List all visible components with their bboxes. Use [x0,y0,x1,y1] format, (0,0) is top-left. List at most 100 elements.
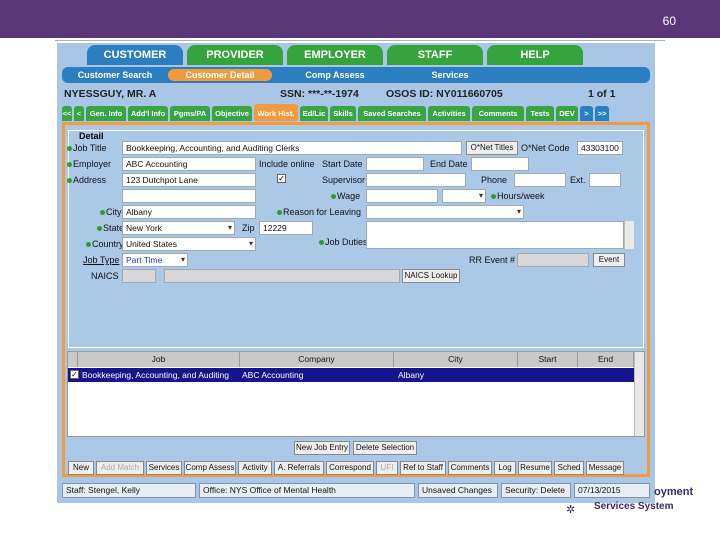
main-tab-bar: CUSTOMER PROVIDER EMPLOYER STAFF HELP [87,45,587,65]
tab-customer[interactable]: CUSTOMER [87,45,183,65]
job-type-select[interactable]: Part Time [122,253,188,267]
new-job-entry-button[interactable]: New Job Entry [294,441,350,455]
record-pager: 1 of 1 [588,88,616,100]
delete-selection-button[interactable]: Delete Selection [353,441,417,455]
customer-header: NYESSGUY, MR. A SSN: ***-**-1974 OSOS ID… [62,85,650,103]
tab-saved-searches[interactable]: Saved Searches [358,106,426,121]
end-date-input[interactable] [471,157,529,171]
required-dot-icon [86,242,91,248]
log-button[interactable]: Log [494,461,516,475]
table-row[interactable]: ✓ Bookkeeping, Accounting, and Auditing … [68,368,634,382]
city-label: City [100,207,122,217]
employer-input[interactable]: ABC Accounting [122,157,256,171]
wage-input[interactable] [366,189,438,203]
phone-label: Phone [481,175,508,185]
job-title-input[interactable]: Bookkeeping, Accounting, and Auditing Cl… [122,141,462,155]
city-input[interactable]: Albany [122,205,256,219]
ref-to-staff-button[interactable]: Ref to Staff [400,461,446,475]
subnav-services[interactable]: Services [398,70,502,80]
status-staff: Staff: Stengel, Kelly [62,483,196,498]
grid-header-start[interactable]: Start [518,352,578,367]
grid-header-end[interactable]: End [578,352,634,367]
onet-titles-button[interactable]: O*Net Titles [466,141,518,155]
tab-pgms-pa[interactable]: Pgms/PA [170,106,210,121]
status-office: Office: NYS Office of Mental Health [199,483,415,498]
wage-unit-select[interactable] [442,189,486,203]
tab-next[interactable]: > [580,106,593,121]
customer-ssn: SSN: ***-**-1974 [280,88,359,100]
naics-lookup-button[interactable]: NAICS Lookup [402,269,460,283]
grid-header-company[interactable]: Company [240,352,394,367]
include-online-checkbox[interactable]: ✓ [277,174,286,183]
sched-button[interactable]: Sched [554,461,584,475]
reason-for-leaving-select[interactable] [366,205,524,219]
new-button[interactable]: New [68,461,94,475]
tab-provider[interactable]: PROVIDER [187,45,283,65]
tab-work-hist[interactable]: Work Hist. [254,104,298,121]
row-company-cell: ABC Accounting [242,370,304,380]
customer-name: NYESSGUY, MR. A [64,88,157,100]
message-button[interactable]: Message [586,461,624,475]
osos-id: OSOS ID: NY011660705 [386,88,503,100]
tab-gen-info[interactable]: Gen. Info [86,106,126,121]
status-bar: Staff: Stengel, Kelly Office: NYS Office… [62,483,650,498]
activity-button[interactable]: Activity [238,461,272,475]
state-label: State [97,223,124,233]
tab-skills[interactable]: Skills [330,106,356,121]
tab-activities[interactable]: Activities [428,106,470,121]
ext-label: Ext. [570,175,586,185]
subnav-comp-assess[interactable]: Comp Assess [272,70,398,80]
required-dot-icon [67,162,72,168]
resume-button[interactable]: Resume [518,461,552,475]
rr-event-label: RR Event # [469,255,516,265]
start-date-input[interactable] [366,157,424,171]
tab-first[interactable]: << [62,106,72,121]
tab-comments[interactable]: Comments [472,106,524,121]
tab-employer[interactable]: EMPLOYER [287,45,383,65]
a-referrals-button[interactable]: A. Referrals [274,461,324,475]
state-select[interactable]: New York [122,221,235,235]
tab-staff[interactable]: STAFF [387,45,483,65]
services-button[interactable]: Services [146,461,182,475]
job-type-label: Job Type [83,255,120,265]
phone-input[interactable] [514,173,566,187]
tab-prev[interactable]: < [74,106,84,121]
event-button[interactable]: Event [593,253,625,267]
row-select-checkbox[interactable]: ✓ [70,370,79,379]
grid-header-job[interactable]: Job [78,352,240,367]
work-history-body: Detail Job Title Bookkeeping, Accounting… [65,125,647,475]
work-history-panel: Detail Job Title Bookkeeping, Accounting… [62,122,650,477]
onet-code-input[interactable]: 43303100 [577,141,623,155]
tab-objective[interactable]: Objective [212,106,252,121]
ufi-button: UFI [376,461,398,475]
wage-label: Wage [331,191,360,201]
job-duties-textarea[interactable] [366,221,624,249]
required-dot-icon [67,146,72,152]
naics-description-input [164,269,400,283]
country-label: Country [86,239,124,249]
tab-tests[interactable]: Tests [526,106,554,121]
ext-input[interactable] [589,173,621,187]
address-line1-input[interactable]: 123 Dutchpot Lane [122,173,256,187]
tab-last[interactable]: >> [595,106,609,121]
comments-button[interactable]: Comments [448,461,492,475]
grid-select-header [68,352,78,367]
logo-mark-icon: ✲ [566,504,576,516]
status-date: 07/13/2015 [574,483,650,498]
job-duties-scrollbar[interactable] [624,221,634,249]
tab-addl-info[interactable]: Add'l Info [128,106,168,121]
grid-scrollbar[interactable] [634,352,644,436]
tab-ed-lic[interactable]: Ed/Lic [300,106,328,121]
tab-help[interactable]: HELP [487,45,583,65]
correspond-button[interactable]: Correspond [326,461,374,475]
subnav-customer-detail[interactable]: Customer Detail [168,69,272,81]
zip-input[interactable]: 12229 [259,221,313,235]
tab-dev[interactable]: DEV [556,106,578,121]
job-title-label: Job Title [67,143,107,153]
comp-assess-button[interactable]: Comp Assess [184,461,236,475]
supervisor-input[interactable] [366,173,466,187]
address-line2-input[interactable] [122,189,256,203]
country-select[interactable]: United States [122,237,256,251]
grid-header-city[interactable]: City [394,352,518,367]
subnav-customer-search[interactable]: Customer Search [62,70,168,80]
